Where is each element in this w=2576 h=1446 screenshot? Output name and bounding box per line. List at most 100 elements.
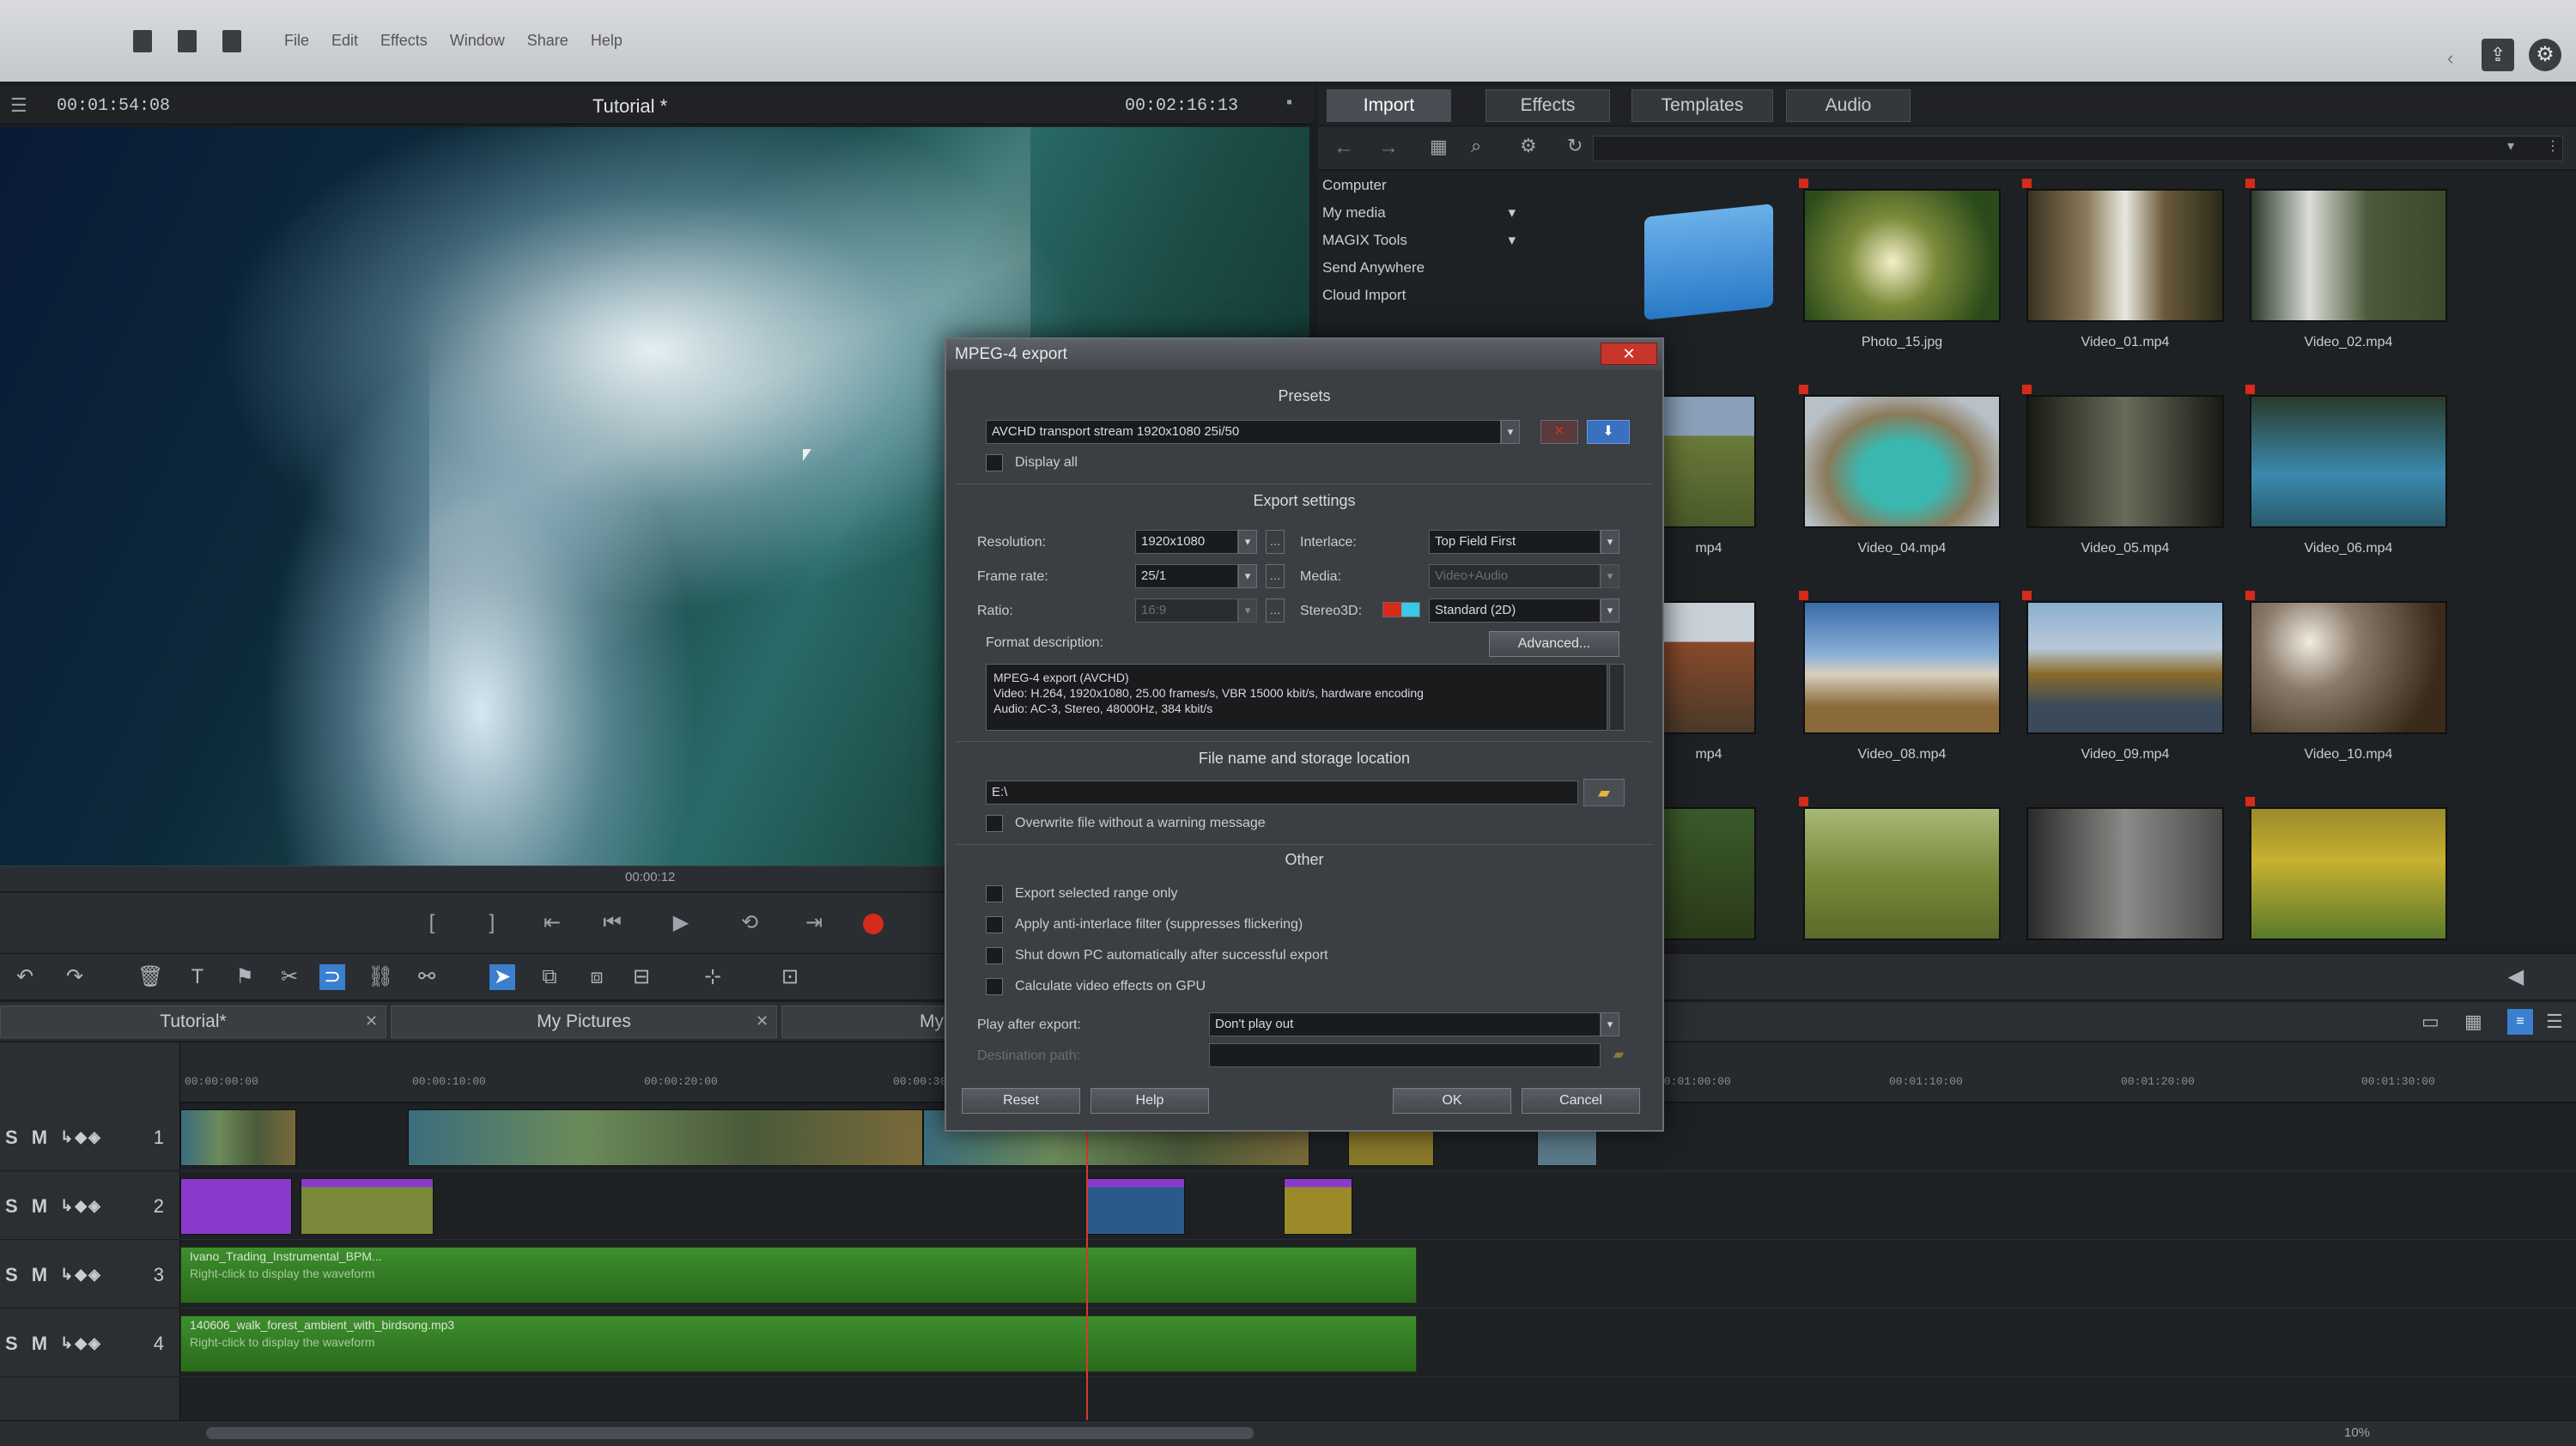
trim-icon[interactable]: ⊹: [700, 964, 726, 990]
media-thumbnail[interactable]: [2026, 601, 2224, 734]
tab-templates[interactable]: Templates: [1631, 89, 1773, 122]
shutdown-checkbox[interactable]: [986, 947, 1003, 964]
dropdown-arrow-icon[interactable]: ▾: [1501, 420, 1520, 444]
refresh-icon[interactable]: ↻: [1567, 135, 1583, 157]
dropdown-arrow-icon[interactable]: ▾: [1601, 1012, 1619, 1036]
track-solo-mute-controls[interactable]: S M: [5, 1195, 52, 1218]
ratio-options-icon[interactable]: …: [1266, 598, 1285, 623]
stereo3d-select[interactable]: Standard (2D): [1429, 598, 1601, 623]
track-header[interactable]: S M ↳◆◈ 4: [0, 1310, 180, 1377]
tab-my-pictures[interactable]: My Pictures: [391, 1006, 777, 1038]
audio-clip[interactable]: Ivano_Trading_Instrumental_BPM... Right-…: [180, 1247, 1417, 1303]
menu-edit[interactable]: Edit: [331, 32, 358, 50]
prev-marker-icon[interactable]: ⇤: [541, 912, 563, 934]
title-text-icon[interactable]: T: [185, 964, 210, 990]
storyboard-icon[interactable]: ⊡: [777, 964, 803, 990]
group-select-icon[interactable]: ⧈: [584, 964, 610, 990]
media-thumbnail[interactable]: [1662, 601, 1756, 734]
marker-icon[interactable]: ⚑: [232, 964, 258, 990]
track-solo-mute-controls[interactable]: S M: [5, 1127, 52, 1149]
resolution-select[interactable]: 1920x1080: [1135, 530, 1238, 554]
media-thumbnail[interactable]: [2250, 395, 2447, 528]
dropdown-arrow-icon[interactable]: ▾: [1601, 598, 1619, 623]
display-all-checkbox[interactable]: [986, 454, 1003, 471]
multi-select-icon[interactable]: ⧉: [537, 964, 562, 990]
unlink-icon[interactable]: ⚯: [414, 964, 440, 990]
purple-transition-clip[interactable]: [180, 1178, 292, 1235]
new-file-icon[interactable]: [133, 29, 152, 52]
interlace-select[interactable]: Top Field First: [1429, 530, 1601, 554]
track-tools-icon[interactable]: ↳◆◈: [60, 1334, 102, 1352]
path-bar[interactable]: [1593, 136, 2563, 161]
menu-share[interactable]: Share: [527, 32, 568, 50]
media-thumbnail[interactable]: [1803, 395, 2001, 528]
horizontal-scrollbar[interactable]: 10%: [0, 1420, 2576, 1446]
view-mode-icon[interactable]: ▦: [1430, 136, 1448, 158]
dropdown-arrow-icon[interactable]: ▾: [1238, 530, 1257, 554]
pool-settings-icon[interactable]: ⚙: [1520, 135, 1537, 157]
track-header[interactable]: S M ↳◆◈ 3: [0, 1242, 180, 1309]
chevron-left-icon[interactable]: ‹: [2447, 47, 2453, 70]
pointer-icon[interactable]: ➤: [489, 964, 515, 990]
audio-clip[interactable]: 140606_walk_forest_ambient_with_birdsong…: [180, 1315, 1417, 1372]
reset-button[interactable]: Reset: [962, 1088, 1080, 1114]
advanced-button[interactable]: Advanced...: [1489, 631, 1619, 657]
menu-effects[interactable]: Effects: [380, 32, 428, 50]
dropdown-arrow-icon[interactable]: ▾: [1601, 530, 1619, 554]
video-clip[interactable]: [180, 1109, 296, 1166]
media-thumbnail[interactable]: [1803, 601, 2001, 734]
close-tab-icon[interactable]: ✕: [365, 1012, 378, 1030]
next-marker-icon[interactable]: ⇥: [803, 912, 825, 934]
overlay-clip[interactable]: [1284, 1178, 1352, 1235]
tab-my[interactable]: My: [781, 1006, 953, 1038]
browse-folder-icon[interactable]: ▰: [1583, 779, 1625, 806]
media-thumbnail[interactable]: [2250, 807, 2447, 940]
media-thumbnail[interactable]: [2026, 189, 2224, 322]
media-thumbnail[interactable]: [1662, 395, 1756, 528]
play-icon[interactable]: ▶: [670, 912, 692, 934]
menu-help[interactable]: Help: [591, 32, 623, 50]
menu-window[interactable]: Window: [450, 32, 505, 50]
overwrite-checkbox[interactable]: [986, 815, 1003, 832]
cancel-button[interactable]: Cancel: [1522, 1088, 1640, 1114]
delete-icon[interactable]: 🗑: [137, 964, 163, 990]
anti-interlace-checkbox[interactable]: [986, 916, 1003, 933]
tab-audio[interactable]: Audio: [1786, 89, 1911, 122]
list-view-icon[interactable]: ☰: [2546, 1011, 2563, 1033]
overlay-clip[interactable]: [1086, 1178, 1185, 1235]
hamburger-menu-icon[interactable]: ☰: [10, 94, 27, 117]
file-path-input[interactable]: E:\: [986, 781, 1578, 805]
range-icon[interactable]: ⊟: [629, 964, 654, 990]
path-dropdown-icon[interactable]: ▾: [2507, 137, 2514, 155]
scroll-thumb[interactable]: [206, 1427, 1254, 1439]
framerate-options-icon[interactable]: …: [1266, 564, 1285, 588]
tab-effects[interactable]: Effects: [1485, 89, 1610, 122]
track-tools-icon[interactable]: ↳◆◈: [60, 1128, 102, 1146]
mark-in-icon[interactable]: [: [421, 912, 443, 934]
track-solo-mute-controls[interactable]: S M: [5, 1333, 52, 1355]
loop-icon[interactable]: ⟲: [738, 912, 761, 934]
media-thumbnail[interactable]: [2250, 189, 2447, 322]
magnet-icon[interactable]: ⊃: [319, 964, 345, 990]
export-range-checkbox[interactable]: [986, 885, 1003, 902]
undo-icon[interactable]: ↶: [12, 964, 38, 990]
ok-button[interactable]: OK: [1393, 1088, 1511, 1114]
settings-gear-icon[interactable]: ⚙: [2529, 39, 2561, 71]
tab-tutorial[interactable]: Tutorial*: [0, 1006, 386, 1038]
redo-icon[interactable]: ↷: [62, 964, 88, 990]
menu-file[interactable]: File: [284, 32, 309, 50]
record-icon[interactable]: [863, 914, 884, 934]
media-thumbnail[interactable]: [2026, 395, 2224, 528]
timeline-view-icon[interactable]: ≡: [2507, 1009, 2533, 1035]
open-folder-icon[interactable]: [178, 29, 197, 52]
media-thumbnail[interactable]: [1662, 807, 1756, 940]
track-tools-icon[interactable]: ↳◆◈: [60, 1266, 102, 1284]
track-header[interactable]: S M ↳◆◈ 2: [0, 1173, 180, 1240]
format-scrollbar[interactable]: [1609, 664, 1625, 731]
preview-options-icon[interactable]: ▪: [1286, 93, 1292, 112]
media-thumbnail[interactable]: [1803, 189, 2001, 322]
step-back-icon[interactable]: ⏮: [601, 912, 623, 934]
back-arrow-icon[interactable]: ←: [1334, 136, 1354, 160]
save-preset-icon[interactable]: ⬇: [1587, 420, 1630, 444]
media-thumbnail[interactable]: [2250, 601, 2447, 734]
